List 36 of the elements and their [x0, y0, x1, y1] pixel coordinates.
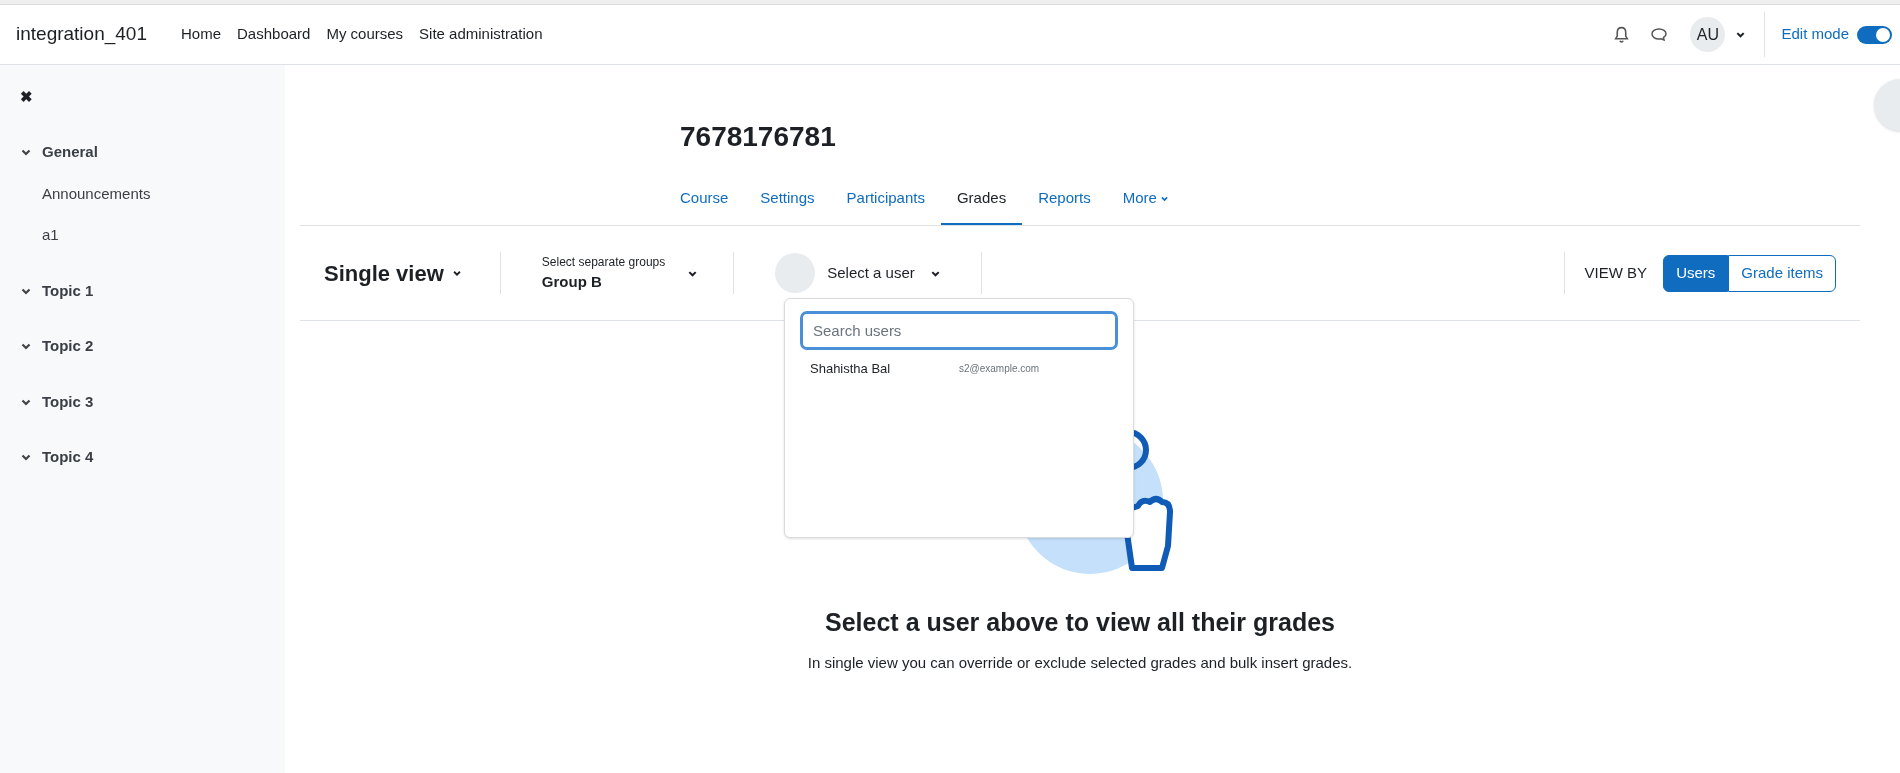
edit-mode-switch[interactable]	[1857, 25, 1892, 44]
bell-icon[interactable]	[1613, 25, 1631, 44]
empty-state-title: Select a user above to view all their grades	[825, 607, 1335, 638]
chevron-down-icon	[451, 268, 462, 278]
section-title[interactable]: Topic 3	[42, 390, 94, 413]
course-tab[interactable]: Participants	[830, 173, 941, 225]
course-tab[interactable]: More	[1106, 173, 1185, 225]
course-tab[interactable]: Course	[664, 173, 745, 225]
report-selector[interactable]: Single view	[324, 256, 500, 290]
search-field[interactable]: Search users	[800, 311, 1118, 350]
course-tab[interactable]: Reports	[1022, 173, 1107, 225]
empty-state-text: In single view you can override or exclude selected grades and bulk insert grades.	[807, 652, 1353, 673]
section-title[interactable]: General	[42, 141, 98, 164]
section-title[interactable]: Topic 4	[42, 446, 94, 469]
section-title[interactable]: Topic 2	[42, 335, 94, 358]
close-button[interactable]: ✖	[20, 89, 33, 104]
activity-link[interactable]: Announcements	[20, 182, 285, 205]
site-name[interactable]: integration_401	[16, 20, 147, 49]
edit-mode-label: Edit mode	[1781, 24, 1849, 45]
view-by-label: VIEW BY	[1584, 262, 1648, 283]
user-selector[interactable]: Select a user	[734, 253, 981, 293]
user-avatar[interactable]: AU	[1690, 17, 1726, 52]
activity-link[interactable]: a1	[20, 224, 285, 247]
nav-link[interactable]: Dashboard	[237, 23, 311, 46]
nav-link[interactable]: Home	[181, 23, 221, 46]
course-tab[interactable]: Settings	[744, 173, 831, 225]
group-selector[interactable]: Select separate groups Group B	[500, 252, 734, 294]
view-by-option[interactable]: Grade items	[1728, 254, 1836, 292]
user-option[interactable]: Shahistha Bal s2@example.com	[800, 359, 1118, 379]
course-title: 7678176781	[680, 123, 837, 151]
nav-link[interactable]: My courses	[326, 23, 404, 46]
section-title[interactable]: Topic 1	[42, 279, 94, 302]
view-by-option[interactable]: Users	[1663, 254, 1729, 292]
course-tab[interactable]: Grades	[940, 173, 1023, 225]
nav-link[interactable]: Site administration	[419, 23, 543, 46]
chat-bubble-icon[interactable]	[1650, 26, 1669, 43]
